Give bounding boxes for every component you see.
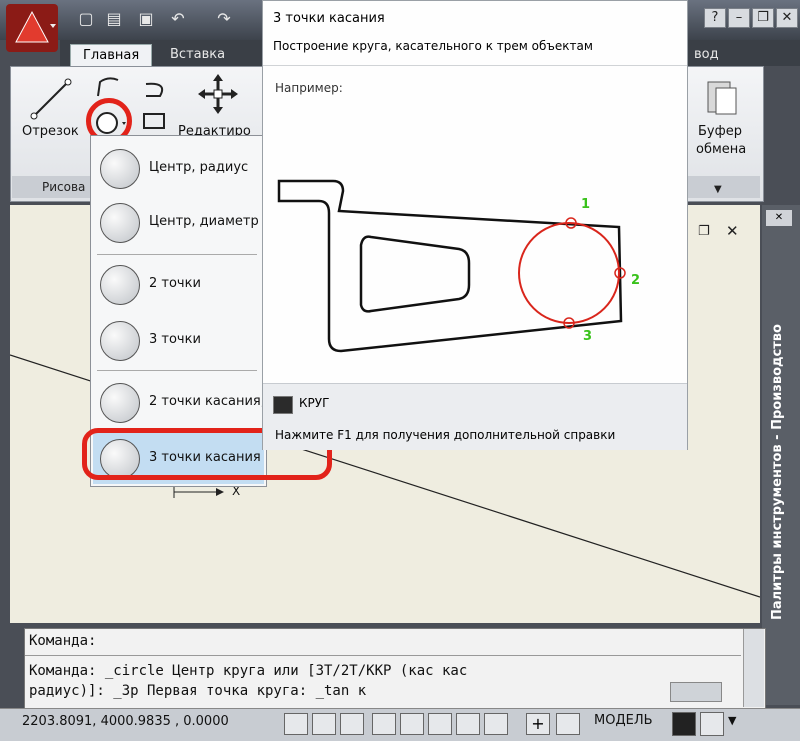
- line-tool-button[interactable]: [28, 76, 74, 122]
- tool-palette-title: Палитры инструментов - Производство: [770, 324, 785, 620]
- circle-center-diameter-icon: [100, 203, 140, 243]
- paste-button[interactable]: [704, 76, 740, 116]
- move-tool-button[interactable]: [196, 72, 240, 116]
- layout-dropdown-icon[interactable]: ▼: [728, 714, 736, 727]
- osnap-icon[interactable]: [400, 713, 424, 735]
- model-space-button[interactable]: МОДЕЛЬ: [594, 713, 653, 728]
- panel-expand-icon[interactable]: ▼: [714, 184, 722, 195]
- menu-separator: [97, 254, 257, 255]
- rectangle-icon: [143, 113, 165, 129]
- clipboard-label-line1: Буфер: [698, 124, 742, 139]
- clipboard-panel-title[interactable]: [686, 176, 760, 198]
- circle-3-points-icon: [100, 321, 140, 361]
- polyline-icon: [97, 77, 119, 97]
- command-history-line1: Команда: _circle Центр круга или [3T/2T/…: [29, 663, 468, 679]
- line-tool-label: Отрезок: [22, 124, 79, 139]
- rectangle-tool-button[interactable]: [140, 110, 170, 134]
- circle-center-radius-icon: [100, 149, 140, 189]
- menu-item-label: 2 точки: [149, 276, 201, 291]
- grid-icon[interactable]: [312, 713, 336, 735]
- tab-insert[interactable]: Вставка: [158, 44, 237, 66]
- clipboard-icon: [707, 81, 737, 115]
- menu-item-label: 3 точки: [149, 332, 201, 347]
- command-icon: [273, 396, 293, 414]
- tooltip-footer: КРУГ Нажмите F1 для получения дополнител…: [263, 383, 687, 450]
- tab-output[interactable]: вод: [682, 44, 731, 66]
- menu-separator: [97, 370, 257, 371]
- menu-item-label: Центр, радиус: [149, 160, 249, 175]
- command-horizontal-scrollbar[interactable]: [670, 682, 722, 702]
- tooltip-help-text: Нажмите F1 для получения дополнительной …: [275, 428, 616, 442]
- dyn-icon[interactable]: [484, 713, 508, 735]
- circle-tan-tan-radius-icon: [100, 383, 140, 423]
- coordinates-readout: 2203.8091, 4000.9835 , 0.0000: [22, 714, 229, 729]
- viewport-restore-icon[interactable]: ❐: [698, 224, 718, 242]
- arc-tool-button[interactable]: [140, 76, 170, 102]
- new-file-icon[interactable]: ▢: [74, 8, 98, 30]
- circle-2-points-icon: [100, 265, 140, 305]
- tangent-point-2-label: 2: [631, 273, 641, 288]
- tangent-point-1-label: 1: [581, 197, 591, 212]
- command-prompt: Команда:: [29, 633, 97, 649]
- autocad-logo-icon: [6, 4, 58, 52]
- undo-icon[interactable]: ↶: [166, 8, 190, 30]
- application-menu-button[interactable]: [6, 4, 58, 52]
- tangent-point-3-label: 3: [583, 329, 593, 344]
- ducs-icon[interactable]: [456, 713, 480, 735]
- arc-icon: [145, 82, 164, 97]
- tooltip-command-name: КРУГ: [299, 396, 330, 410]
- polyline-tool-button[interactable]: [94, 74, 122, 100]
- menu-item-2-points[interactable]: 2 точки: [93, 258, 264, 310]
- snap-icon[interactable]: [284, 713, 308, 735]
- layout-icon[interactable]: [700, 712, 724, 736]
- qp-icon[interactable]: [556, 713, 580, 735]
- ortho-icon[interactable]: [340, 713, 364, 735]
- menu-item-tan-tan-radius[interactable]: 2 точки касания, р: [93, 376, 277, 428]
- command-divider: [25, 655, 741, 656]
- polar-icon[interactable]: [372, 713, 396, 735]
- menu-item-label: Центр, диаметр: [149, 214, 259, 229]
- tab-home[interactable]: Главная: [70, 44, 153, 67]
- lineweight-icon[interactable]: +: [526, 713, 550, 735]
- command-scrollbar[interactable]: [743, 629, 764, 707]
- line-icon: [30, 78, 72, 120]
- redo-icon[interactable]: ↷: [212, 8, 236, 30]
- restore-button[interactable]: ❐: [752, 8, 774, 28]
- model-icon[interactable]: [672, 712, 696, 736]
- command-tooltip: 3 точки касания Построение круга, касате…: [262, 0, 688, 450]
- save-icon[interactable]: ▣: [134, 8, 158, 30]
- viewport-close-icon[interactable]: ✕: [726, 222, 746, 240]
- menu-item-3-points[interactable]: 3 точки: [93, 314, 264, 366]
- menu-item-center-radius[interactable]: Центр, радиус: [93, 142, 264, 194]
- help-icon[interactable]: ?: [704, 8, 726, 28]
- command-line-window[interactable]: Команда: Команда: _circle Центр круга ил…: [24, 628, 766, 710]
- clipboard-label-line2: обмена: [696, 142, 747, 157]
- move-arrows-icon: [198, 74, 238, 114]
- tooltip-example-drawing: [277, 179, 626, 353]
- otrack-icon[interactable]: [428, 713, 452, 735]
- menu-item-center-diameter[interactable]: Центр, диаметр: [93, 196, 264, 248]
- minimize-button[interactable]: –: [728, 8, 750, 28]
- open-folder-icon[interactable]: ▤: [102, 8, 126, 30]
- menu-item-label: 2 точки касания, р: [149, 394, 278, 409]
- command-history-line2: радиус)]: _3p Первая точка круга: _tan к: [29, 683, 367, 699]
- close-window-button[interactable]: ✕: [776, 8, 798, 28]
